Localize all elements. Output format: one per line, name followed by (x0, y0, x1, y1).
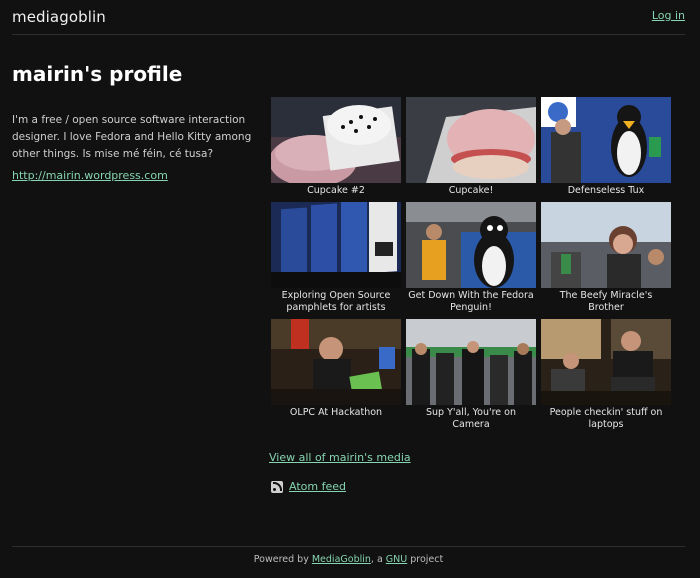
login-link[interactable]: Log in (652, 9, 685, 22)
gnu-link[interactable]: GNU (386, 554, 407, 565)
media-thumbnail[interactable] (541, 202, 671, 288)
media-thumbnail[interactable] (271, 202, 401, 288)
profile-bio: I'm a free / open source software intera… (12, 114, 252, 160)
media-caption: Defenseless Tux (567, 185, 645, 196)
media-item[interactable]: Cupcake #2 (271, 97, 401, 197)
footer-prefix: Powered by (253, 554, 312, 565)
media-caption: Cupcake #2 (307, 185, 365, 196)
media-caption: OLPC At Hackathon (289, 407, 383, 418)
media-caption: Exploring Open Source pamphlets for arti… (281, 290, 391, 313)
rss-feed-icon (271, 480, 283, 493)
media-thumbnail[interactable] (541, 97, 671, 183)
view-all-media-link[interactable]: View all of mairin's media (269, 451, 411, 464)
media-thumbnail[interactable] (541, 319, 671, 405)
media-item[interactable]: People checkin' stuff on laptops (541, 319, 671, 431)
media-item[interactable]: Defenseless Tux (541, 97, 671, 197)
header: mediagoblin Log in (12, 0, 685, 35)
page: mediagoblin Log in mairin's profile I'm … (0, 0, 700, 578)
media-thumbnail[interactable] (406, 97, 536, 183)
media-caption: The Beefy Miracle's Brother (559, 290, 653, 313)
media-caption: People checkin' stuff on laptops (549, 407, 663, 430)
footer-middle: , a (370, 554, 386, 565)
media-caption: Get Down With the Fedora Penguin! (408, 290, 534, 313)
media-caption: Cupcake! (448, 185, 494, 196)
media-item[interactable]: Exploring Open Source pamphlets for arti… (271, 202, 401, 314)
footer: Powered by MediaGoblin, a GNU project (12, 546, 685, 565)
media-caption: Sup Y'all, You're on Camera (425, 407, 517, 430)
media-item[interactable]: OLPC At Hackathon (271, 319, 401, 419)
media-thumbnail[interactable] (406, 319, 536, 405)
mediagoblin-link[interactable]: MediaGoblin (312, 554, 371, 565)
page-title: mairin's profile (12, 62, 183, 86)
media-item[interactable]: Get Down With the Fedora Penguin! (406, 202, 536, 314)
media-item[interactable]: Sup Y'all, You're on Camera (406, 319, 536, 431)
atom-feed-link[interactable]: Atom feed (271, 480, 346, 493)
footer-suffix: project (407, 554, 444, 565)
media-thumbnail[interactable] (271, 97, 401, 183)
media-item[interactable]: The Beefy Miracle's Brother (541, 202, 671, 314)
media-thumbnail[interactable] (271, 319, 401, 405)
atom-feed-label[interactable]: Atom feed (289, 480, 346, 493)
media-item[interactable]: Cupcake! (406, 97, 536, 197)
profile-website-link[interactable]: http://mairin.wordpress.com (12, 169, 168, 182)
site-logo[interactable]: mediagoblin (12, 8, 106, 26)
media-thumbnail[interactable] (406, 202, 536, 288)
